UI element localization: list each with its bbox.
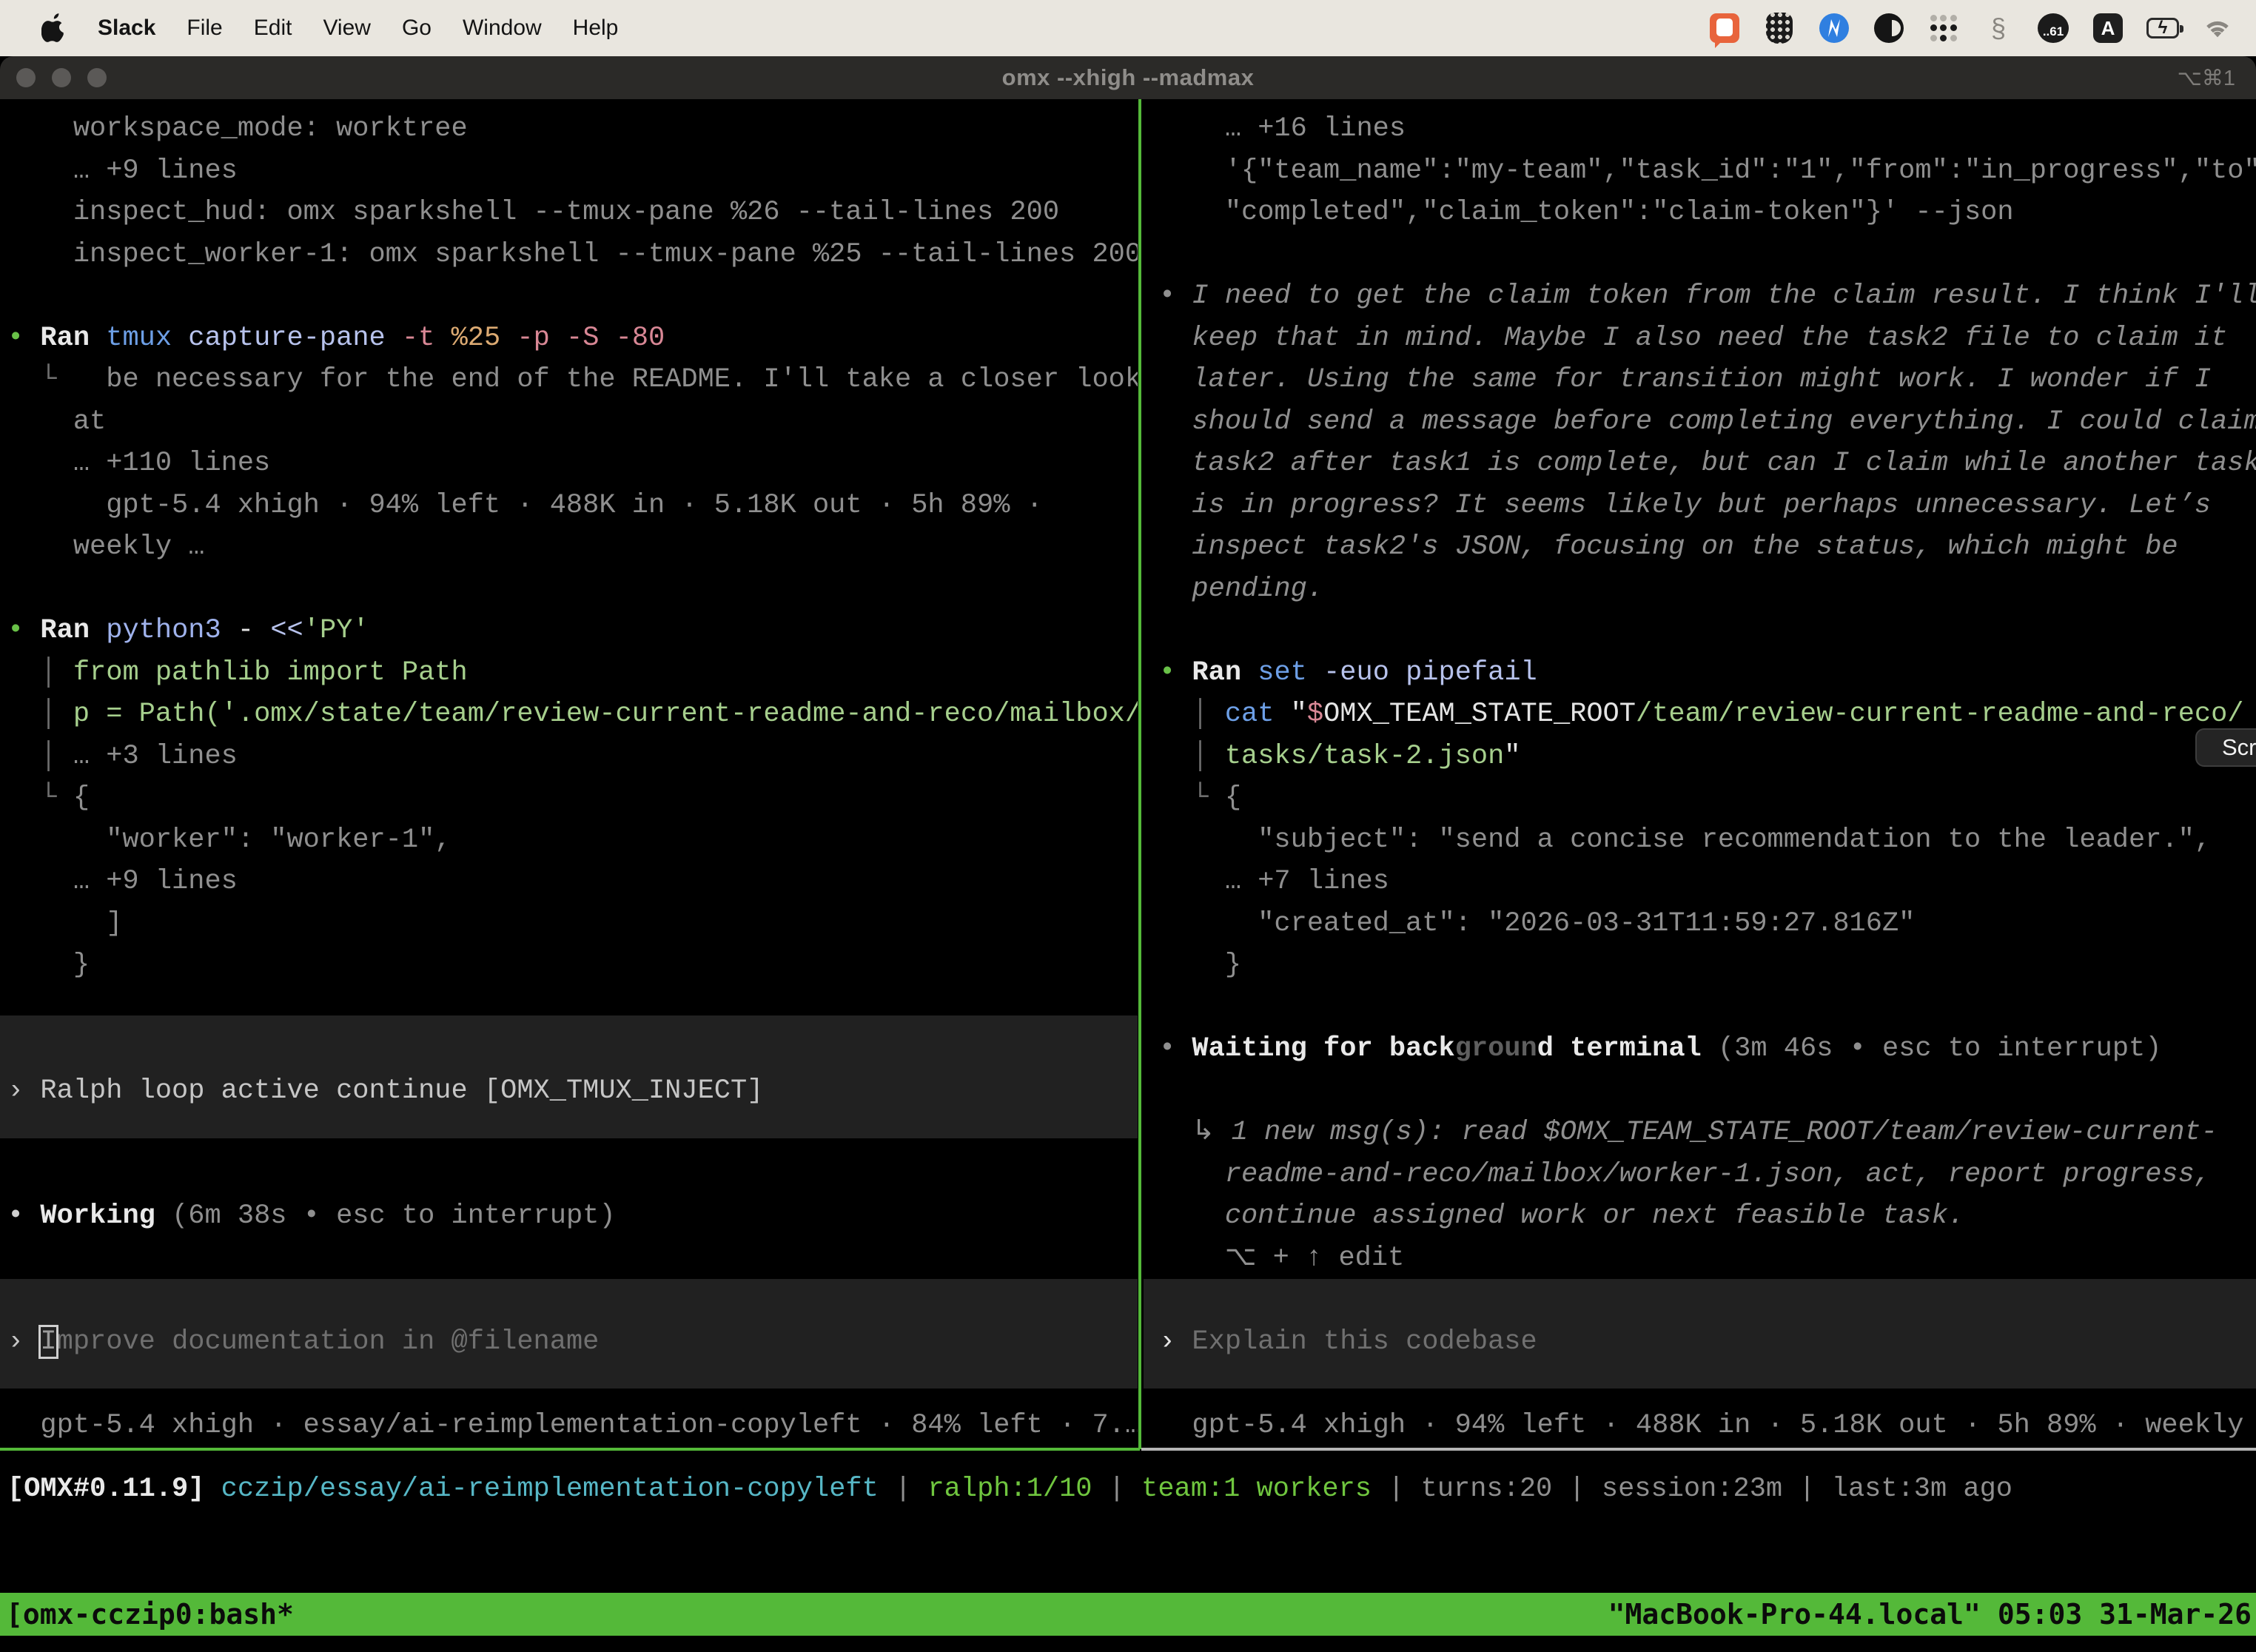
window-title-bar: omx --xhigh --madmax ⌥⌘1 xyxy=(0,56,2256,99)
menu-item-window[interactable]: Window xyxy=(463,16,542,41)
menu-item-view[interactable]: View xyxy=(323,16,370,41)
omx-status-line: [OMX#0.11.9] cczip/essay/ai-reimplementa… xyxy=(7,1468,2012,1511)
close-window-button[interactable] xyxy=(16,68,36,87)
menu-item-help[interactable]: Help xyxy=(573,16,619,41)
shield-grid-icon[interactable] xyxy=(1763,12,1796,44)
chat-app-icon[interactable] xyxy=(1708,12,1741,44)
screen: Slack File Edit View Go Window Help § ..… xyxy=(0,0,2256,1652)
left-pane-output: workspace_mode: worktree … +9 lines insp… xyxy=(0,108,1138,1449)
menu-item-edit[interactable]: Edit xyxy=(254,16,292,41)
battery-charging-icon[interactable]: ϟ xyxy=(2146,12,2179,44)
tmux-status-bar: [omx-cczip0:bash* "MacBook-Pro-44.local"… xyxy=(0,1593,2256,1636)
menu-app-name[interactable]: Slack xyxy=(98,16,155,41)
tmux-host-clock: "MacBook-Pro-44.local" 05:03 31-Mar-26 xyxy=(1608,1598,2256,1631)
zoom-window-button[interactable] xyxy=(87,68,107,87)
badge-61-icon[interactable]: ..61 xyxy=(2037,12,2069,44)
terminal: workspace_mode: worktree … +9 lines insp… xyxy=(0,99,2256,1652)
window-title: omx --xhigh --madmax xyxy=(0,64,2256,91)
tmux-session-window: [omx-cczip0:bash* xyxy=(0,1598,294,1631)
pane-divider[interactable] xyxy=(1138,99,1141,1449)
crescent-circle-icon[interactable] xyxy=(1873,12,1905,44)
window-shortcut: ⌥⌘1 xyxy=(2177,65,2235,91)
menu-item-go[interactable]: Go xyxy=(402,16,432,41)
blue-bolt-icon[interactable] xyxy=(1818,12,1850,44)
menu-item-file[interactable]: File xyxy=(187,16,222,41)
left-pane-bottom-border xyxy=(0,1448,1140,1451)
right-pane-output: … +16 lines '{"team_name":"my-team","tas… xyxy=(1152,108,2256,1449)
menu-bar: Slack File Edit View Go Window Help § ..… xyxy=(0,0,2256,56)
dots-grid-icon[interactable] xyxy=(1927,12,1960,44)
menu-status-tray: § ..61 A ϟ xyxy=(1708,12,2234,44)
squiggle-icon[interactable]: § xyxy=(1982,12,2015,44)
apple-menu-icon[interactable] xyxy=(41,13,67,43)
wifi-icon[interactable] xyxy=(2201,12,2234,44)
screen-share-tooltip: Scre xyxy=(2195,728,2256,767)
minimize-window-button[interactable] xyxy=(52,68,71,87)
a-badge-icon[interactable]: A xyxy=(2092,12,2124,44)
right-pane-bottom-border xyxy=(1141,1448,2256,1451)
